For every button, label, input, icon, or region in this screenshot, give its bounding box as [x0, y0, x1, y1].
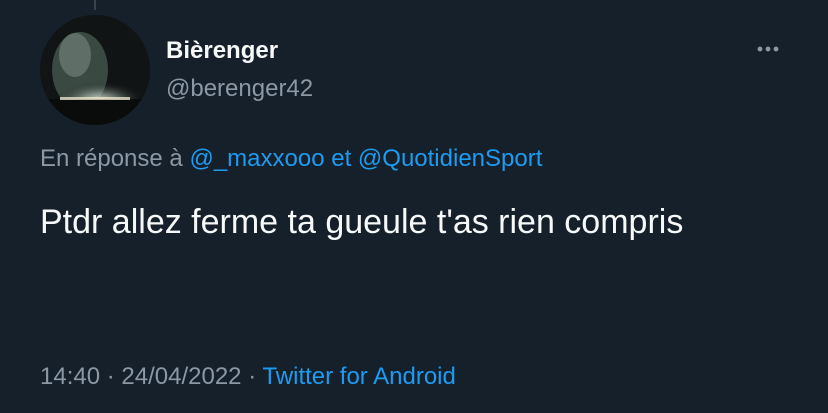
- avatar-image: [40, 15, 150, 125]
- tweet-date[interactable]: 24/04/2022: [121, 363, 241, 390]
- reply-context: En réponse à @_maxxooo et @QuotidienSpor…: [40, 144, 542, 174]
- tweet-source-link[interactable]: Twitter for Android: [262, 363, 455, 390]
- tweet-time[interactable]: 14:40: [40, 363, 100, 390]
- tweet-metadata: 14:40 · 24/04/2022 · Twitter for Android: [40, 362, 456, 392]
- more-options-button[interactable]: [752, 36, 792, 64]
- meta-separator: ·: [248, 363, 257, 390]
- reply-context-prefix: En réponse à: [40, 145, 183, 172]
- more-horizontal-icon: [757, 46, 779, 52]
- author-handle[interactable]: @berenger42: [166, 74, 313, 104]
- thread-connector-line: [94, 0, 96, 10]
- meta-separator: ·: [106, 363, 115, 390]
- mention-link-quotidiensport[interactable]: @QuotidienSport: [358, 145, 542, 172]
- mention-link-maxxooo[interactable]: @_maxxooo: [189, 145, 324, 172]
- tweet-text: Ptdr allez ferme ta gueule t'as rien com…: [40, 203, 684, 241]
- avatar[interactable]: [40, 15, 150, 125]
- author-display-name[interactable]: Bièrenger: [166, 36, 278, 66]
- reply-context-conjunction: et: [331, 145, 352, 172]
